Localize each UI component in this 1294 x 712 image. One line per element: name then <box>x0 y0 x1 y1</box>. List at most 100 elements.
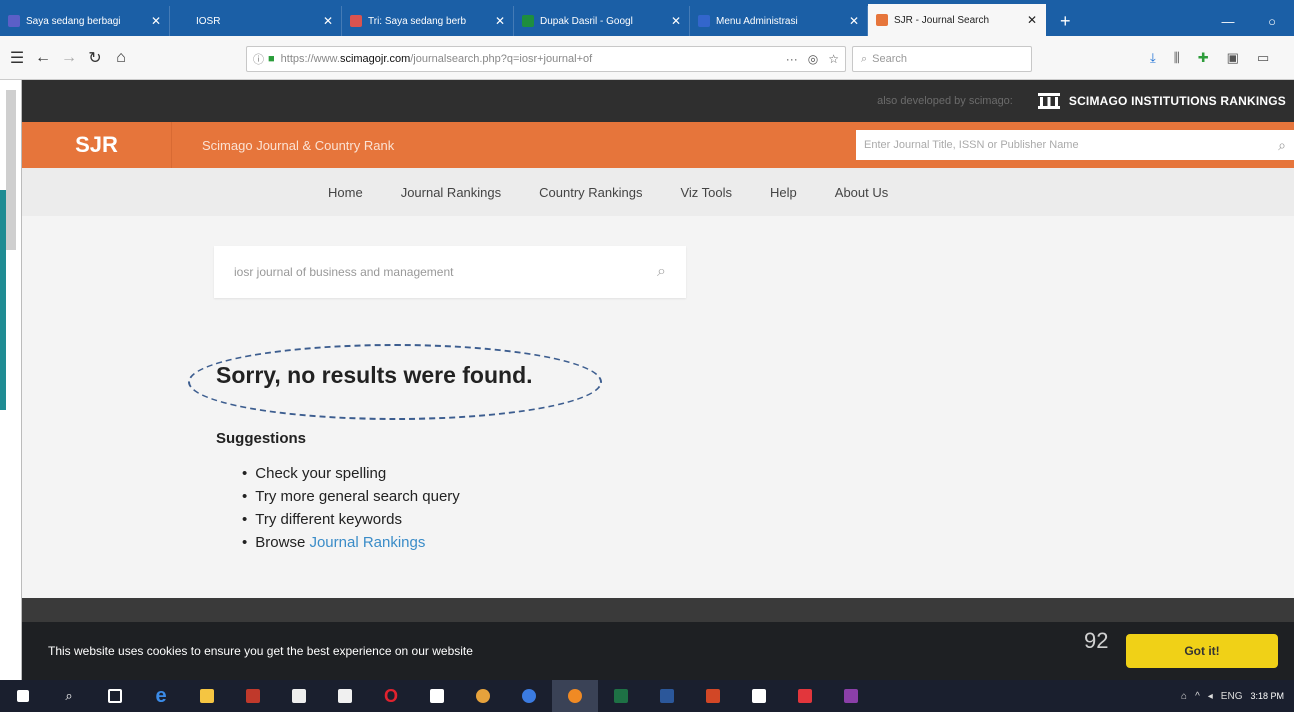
menu-country-rankings[interactable]: Country Rankings <box>539 185 642 200</box>
network-icon[interactable]: ⌂ <box>1181 691 1187 702</box>
top-bar: also developed by scimago: SCIMAGO INSTI… <box>22 80 1294 122</box>
main-content: iosr journal of business and management … <box>22 216 1294 604</box>
chrome-profile-icon[interactable] <box>506 680 552 712</box>
tab-mail[interactable]: Tri: Saya sedang berb ✕ <box>342 6 514 36</box>
back-icon[interactable]: ← <box>30 49 56 67</box>
close-icon[interactable]: ✕ <box>151 14 161 28</box>
no-results-heading: Sorry, no results were found. <box>216 362 533 388</box>
task-view-icon[interactable] <box>92 680 138 712</box>
screen: Saya sedang berbagi ✕ IOSR ✕ Tri: Saya sed… <box>0 0 1294 712</box>
cookie-text: This website uses cookies to ensure you … <box>48 644 473 658</box>
info-icon[interactable]: ⓘ <box>253 51 264 67</box>
sidebar-icon[interactable]: ☰ <box>4 48 30 68</box>
journal-rankings-link[interactable]: Journal Rankings <box>309 534 425 551</box>
library-icon[interactable]: ⫼ <box>1174 50 1180 66</box>
close-icon[interactable]: ✕ <box>495 14 505 28</box>
firefox-icon[interactable] <box>552 680 598 712</box>
menu-viz-tools[interactable]: Viz Tools <box>680 185 732 200</box>
app-icon[interactable] <box>782 680 828 712</box>
menu-help[interactable]: Help <box>770 185 797 200</box>
word-icon[interactable] <box>644 680 690 712</box>
notes-icon[interactable] <box>414 680 460 712</box>
sjr-icon <box>876 14 888 26</box>
menu-home[interactable]: Home <box>328 185 363 200</box>
volume-icon[interactable]: ◂ <box>1208 691 1213 702</box>
background-window-edge <box>0 80 22 680</box>
browser-navbar: ☰ ← → ↻ ⌂ ⓘ ■ https://www.scimagojr.com/… <box>0 36 1294 80</box>
edge-icon[interactable]: e <box>138 680 184 712</box>
tray-expand-icon[interactable]: ^ <box>1195 691 1200 702</box>
pocket-toolbar-icon[interactable]: ▣ <box>1227 50 1239 66</box>
query-search-input[interactable]: iosr journal of business and management … <box>214 246 686 298</box>
close-icon[interactable]: ✕ <box>671 14 681 28</box>
sheets-icon <box>522 15 534 27</box>
language-indicator[interactable]: ENG <box>1221 691 1243 702</box>
mail-icon <box>350 15 362 27</box>
suggestions-list: Check your spelling Try more general sea… <box>242 462 460 554</box>
extension-icon[interactable]: ✚ <box>1198 50 1209 66</box>
main-menu: Home Journal Rankings Country Rankings V… <box>22 168 1294 216</box>
site-header: SJR Scimago Journal & Country Rank Enter… <box>22 122 1294 168</box>
maximize-icon[interactable]: ○ <box>1250 14 1294 29</box>
system-tray: ⌂ ^ ◂ ENG 3:18 PM <box>1181 691 1294 702</box>
lock-icon: ■ <box>268 53 275 65</box>
winrar-icon[interactable] <box>828 680 874 712</box>
new-tab-button[interactable]: + <box>1046 6 1085 36</box>
chrome-icon[interactable] <box>460 680 506 712</box>
page-actions-icon[interactable]: ··· <box>786 52 798 66</box>
site-title[interactable]: Scimago Journal & Country Rank <box>202 138 394 153</box>
window-controls: — ○ <box>1206 6 1294 36</box>
menu-journal-rankings[interactable]: Journal Rankings <box>401 185 501 200</box>
close-icon[interactable]: ✕ <box>1027 13 1037 27</box>
powerpoint-icon[interactable] <box>690 680 736 712</box>
menu-about-us[interactable]: About Us <box>835 185 888 200</box>
search-icon[interactable]: ⌕ <box>46 680 92 712</box>
web-page: also developed by scimago: SCIMAGO INSTI… <box>22 80 1294 680</box>
forward-icon[interactable]: → <box>56 49 82 67</box>
list-item: Browse Journal Rankings <box>242 531 460 554</box>
institution-icon <box>1037 93 1060 109</box>
close-icon[interactable]: ✕ <box>323 14 333 28</box>
reload-icon[interactable]: ↻ <box>82 48 108 68</box>
list-item: Try different keywords <box>242 508 460 531</box>
also-developed-text: also developed by scimago: <box>877 95 1013 107</box>
tab-sjr-journal-search[interactable]: SJR - Journal Search ✕ <box>868 4 1046 36</box>
home-icon[interactable]: ⌂ <box>108 49 134 67</box>
list-item: Check your spelling <box>242 462 460 485</box>
clock[interactable]: 3:18 PM <box>1250 691 1284 702</box>
url-bar[interactable]: ⓘ ■ https://www.scimagojr.com/journalsea… <box>246 46 846 72</box>
start-icon[interactable] <box>0 680 46 712</box>
suggestions-heading: Suggestions <box>216 430 307 447</box>
store-icon[interactable] <box>322 680 368 712</box>
slide-page-number: 92 <box>1084 628 1109 653</box>
tab-dupak[interactable]: Dupak Dasril - Googl ✕ <box>514 6 690 36</box>
background-window-accent <box>0 190 6 410</box>
tab-menu-administrasi[interactable]: Menu Administrasi ✕ <box>690 6 868 36</box>
opera-icon[interactable]: O <box>368 680 414 712</box>
minimize-icon[interactable]: — <box>1206 14 1250 29</box>
got-it-button[interactable]: Got it! <box>1126 634 1278 668</box>
scimago-institutions-link[interactable]: SCIMAGO INSTITUTIONS RANKINGS <box>1037 93 1286 109</box>
sidebar-toggle-icon[interactable]: ▭ <box>1257 50 1269 66</box>
teams-icon <box>8 15 20 27</box>
search-icon[interactable]: ⌕ <box>1278 137 1286 154</box>
download-icon[interactable]: ⤓ <box>1150 50 1156 66</box>
url-text: https://www.scimagojr.com/journalsearch.… <box>280 53 593 65</box>
close-icon[interactable]: ✕ <box>849 14 859 28</box>
journal-search-input[interactable]: Enter Journal Title, ISSN or Publisher N… <box>856 130 1294 160</box>
calendar-app-icon[interactable] <box>230 680 276 712</box>
app-icon[interactable] <box>276 680 322 712</box>
search-icon[interactable]: ⌕ <box>657 263 666 281</box>
app-icon[interactable] <box>736 680 782 712</box>
excel-icon[interactable] <box>598 680 644 712</box>
bookmark-star-icon[interactable]: ☆ <box>828 52 839 66</box>
tab-iosr[interactable]: IOSR ✕ <box>170 6 342 36</box>
pocket-icon[interactable]: ◎ <box>808 52 818 66</box>
browser-search-input[interactable]: ⌕ Search <box>852 46 1032 72</box>
sjr-logo[interactable]: SJR <box>22 122 172 168</box>
browser-tab-strip: Saya sedang berbagi ✕ IOSR ✕ Tri: Saya sed… <box>0 0 1294 36</box>
tab-saya-sedang[interactable]: Saya sedang berbagi ✕ <box>0 6 170 36</box>
cookie-banner: This website uses cookies to ensure you … <box>22 622 1294 680</box>
scrollbar-thumb[interactable] <box>6 90 16 250</box>
file-explorer-icon[interactable] <box>184 680 230 712</box>
